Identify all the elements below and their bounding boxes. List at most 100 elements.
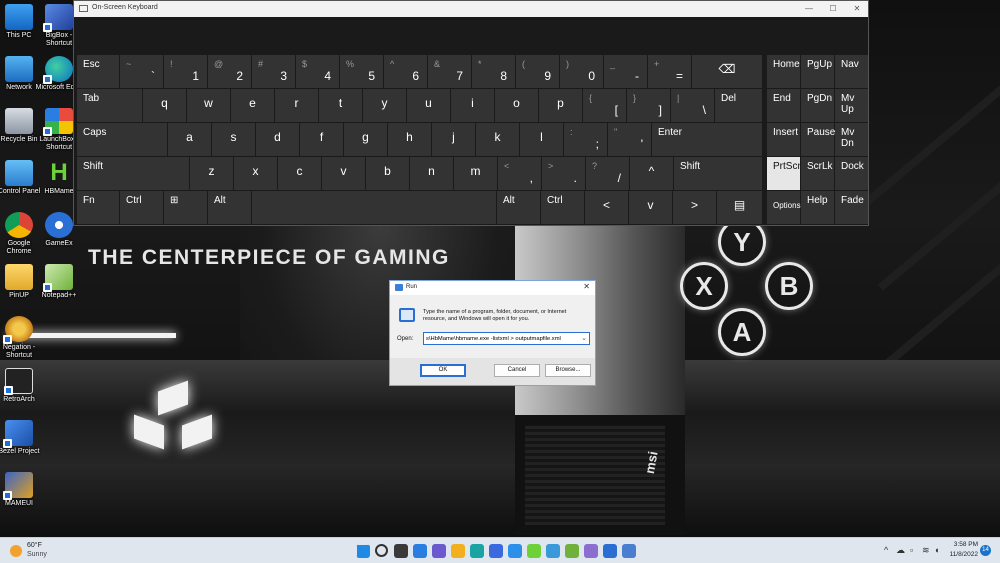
key-4[interactable]: $4 <box>296 55 339 88</box>
key-c[interactable]: c <box>278 157 321 190</box>
key-mv-dn[interactable]: Mv Dn <box>835 123 868 156</box>
key--[interactable]: ^ <box>630 157 673 190</box>
mame-icon[interactable] <box>584 544 598 558</box>
key-caps[interactable]: Caps <box>77 123 167 156</box>
browse-button[interactable]: Browse... <box>545 364 591 377</box>
key-z[interactable]: z <box>190 157 233 190</box>
key-i[interactable]: i <box>451 89 494 122</box>
notepadpp-icon[interactable] <box>565 544 579 558</box>
key--[interactable]: }] <box>627 89 670 122</box>
key--[interactable]: " ' <box>608 123 651 156</box>
key-prtscn[interactable]: PrtScn <box>767 157 803 190</box>
windows-start-icon[interactable] <box>356 544 370 558</box>
open-combobox[interactable]: ⌄ <box>423 332 590 345</box>
key-3[interactable]: #3 <box>252 55 295 88</box>
key-e[interactable]: e <box>231 89 274 122</box>
key-w[interactable]: w <box>187 89 230 122</box>
key-8[interactable]: * 8 <box>472 55 515 88</box>
cancel-button[interactable]: Cancel <box>494 364 540 377</box>
key-home[interactable]: Home <box>767 55 800 88</box>
key--[interactable]: < <box>585 191 628 224</box>
key--[interactable]: :; <box>564 123 607 156</box>
osk-titlebar[interactable]: On-Screen Keyboard — ☐ ✕ <box>74 1 868 17</box>
key-5[interactable]: % 5 <box>340 55 383 88</box>
notification-badge[interactable]: 14 <box>980 545 991 556</box>
key-pgup[interactable]: PgUp <box>801 55 834 88</box>
key--[interactable]: + = <box>648 55 691 88</box>
key-alt[interactable]: Alt <box>497 191 540 224</box>
key--[interactable]: > <box>673 191 716 224</box>
key-insert[interactable]: Insert <box>767 123 800 156</box>
key-shift[interactable]: Shift <box>77 157 189 190</box>
maximize-icon[interactable]: ☐ <box>826 3 840 15</box>
photos-icon[interactable] <box>508 544 522 558</box>
key-nav[interactable]: Nav <box>835 55 868 88</box>
desktop-icon-mameui[interactable]: MAMEUI <box>0 472 43 508</box>
key-dock[interactable]: Dock <box>835 157 868 190</box>
key-u[interactable]: u <box>407 89 450 122</box>
close-icon[interactable]: ✕ <box>850 3 864 15</box>
keyboard-icon[interactable] <box>622 544 636 558</box>
weather-sun-icon[interactable] <box>10 545 22 557</box>
key-d[interactable]: d <box>256 123 299 156</box>
key-f[interactable]: f <box>300 123 343 156</box>
close-icon[interactable]: ✕ <box>583 282 590 291</box>
key--[interactable]: ⊞ <box>164 191 207 224</box>
open-input[interactable] <box>426 334 576 343</box>
key-n[interactable]: n <box>410 157 453 190</box>
key-y[interactable]: y <box>363 89 406 122</box>
key-ctrl[interactable]: Ctrl <box>120 191 163 224</box>
key-1[interactable]: ! 1 <box>164 55 207 88</box>
key-9[interactable]: (9 <box>516 55 559 88</box>
chevron-down-icon[interactable]: ⌄ <box>581 334 587 342</box>
volume-icon[interactable]: ◖ <box>934 545 939 555</box>
key-shift[interactable]: Shift <box>674 157 762 190</box>
minimize-icon[interactable]: — <box>802 3 816 15</box>
key-space[interactable] <box>252 191 496 224</box>
key-h[interactable]: h <box>388 123 431 156</box>
hbmame-icon[interactable] <box>527 544 541 558</box>
key-mv-up[interactable]: Mv Up <box>835 89 868 122</box>
key-del[interactable]: Del <box>715 89 762 122</box>
chat-icon[interactable] <box>432 544 446 558</box>
store-icon[interactable] <box>489 544 503 558</box>
key--[interactable]: ⌫ <box>692 55 762 88</box>
key-l[interactable]: l <box>520 123 563 156</box>
key-r[interactable]: r <box>275 89 318 122</box>
key-v[interactable]: v <box>322 157 365 190</box>
cloud-icon[interactable]: ☁ <box>896 545 905 556</box>
control-panel-icon[interactable] <box>546 544 560 558</box>
key-k[interactable]: k <box>476 123 519 156</box>
ok-button[interactable]: OK <box>420 364 466 377</box>
key--[interactable]: ▤ <box>717 191 762 224</box>
desktop-icon-retroarch[interactable]: RetroArch <box>0 368 43 404</box>
key-pause[interactable]: Pause <box>801 123 835 156</box>
key-x[interactable]: x <box>234 157 277 190</box>
edge-icon[interactable] <box>470 544 484 558</box>
weather-temp[interactable]: 60°F <box>27 542 42 549</box>
key-7[interactable]: & 7 <box>428 55 471 88</box>
key-b[interactable]: b <box>366 157 409 190</box>
key-0[interactable]: ) 0 <box>560 55 603 88</box>
key-fade[interactable]: Fade <box>835 191 868 224</box>
key-enter[interactable]: Enter <box>652 123 762 156</box>
key-ctrl[interactable]: Ctrl <box>541 191 584 224</box>
chevron-up-icon[interactable]: ^ <box>884 545 888 555</box>
key-2[interactable]: @2 <box>208 55 251 88</box>
task-view-icon[interactable] <box>394 544 408 558</box>
key-s[interactable]: s <box>212 123 255 156</box>
key-q[interactable]: q <box>143 89 186 122</box>
desktop-icon-negation[interactable]: Negation - Shortcut <box>0 316 43 360</box>
key-v[interactable]: v <box>629 191 672 224</box>
key--[interactable]: {[ <box>583 89 626 122</box>
key-options[interactable]: Options <box>767 191 801 224</box>
wifi-icon[interactable]: ≋ <box>922 545 930 556</box>
key-j[interactable]: j <box>432 123 475 156</box>
file-explorer-icon[interactable] <box>451 544 465 558</box>
key-scrlk[interactable]: ScrLk <box>801 157 834 190</box>
key-t[interactable]: t <box>319 89 362 122</box>
desktop-icon-bezel-project[interactable]: Bezel Project <box>0 420 43 456</box>
key-alt[interactable]: Alt <box>208 191 251 224</box>
key-pgdn[interactable]: PgDn <box>801 89 834 122</box>
key-6[interactable]: ^ 6 <box>384 55 427 88</box>
